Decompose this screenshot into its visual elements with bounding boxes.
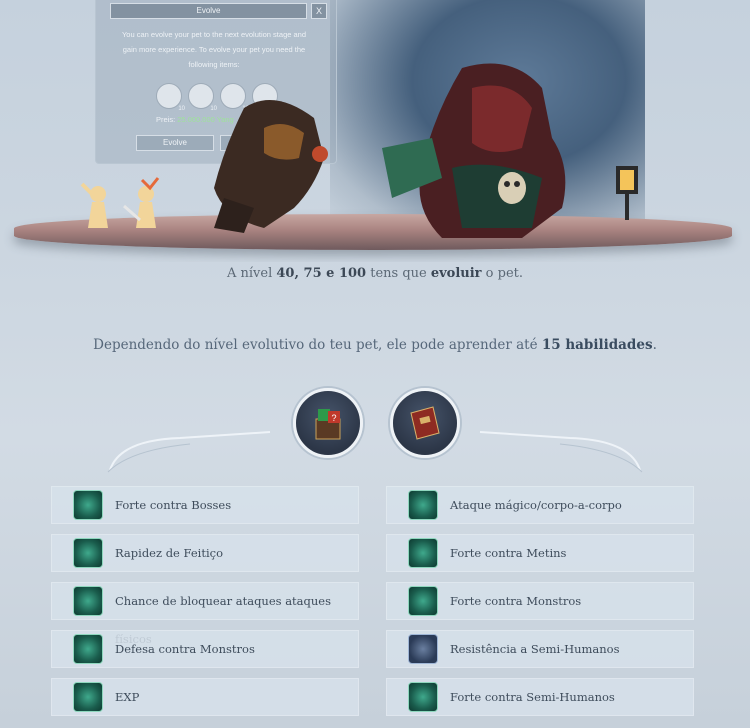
skill-label: Forte contra Semi-Humanos — [450, 690, 615, 704]
dark-pet-creature — [214, 100, 328, 233]
evolve-button[interactable]: Evolve — [136, 135, 214, 151]
monster-defense-icon — [73, 634, 103, 664]
skill-label: Defesa contra Monstros — [115, 642, 255, 656]
skill-label: Forte contra Bosses — [115, 498, 232, 512]
metin-stone-icon — [408, 538, 438, 568]
price-label: Preis: — [156, 115, 176, 124]
level-prefix: A nível — [227, 266, 277, 281]
swirl-right — [479, 431, 643, 473]
hero-stage: Evolve X You can evolve your pet to the … — [0, 0, 750, 262]
svg-text:?: ? — [331, 413, 336, 423]
mystery-box-icon: ? — [293, 388, 363, 458]
semi-human-resist-icon — [408, 634, 438, 664]
monster-icon — [408, 586, 438, 616]
abilities-text: Dependendo do nível evolutivo do teu pet… — [0, 337, 750, 353]
skill-row: Defesa contra Monstros — [51, 630, 359, 668]
magic-melee-icon — [408, 490, 438, 520]
skill-label: Resistência a Semi-Humanos — [450, 642, 620, 656]
lantern — [616, 166, 638, 220]
abilities-suffix: . — [652, 337, 657, 353]
skill-row: EXP — [51, 678, 359, 716]
close-icon[interactable]: X — [311, 3, 327, 19]
item-count: 10 — [178, 106, 185, 112]
block-shield-icon — [73, 586, 103, 616]
abilities-count: 15 habilidades — [541, 337, 653, 353]
swirl-left — [107, 431, 271, 473]
book-icon — [73, 538, 103, 568]
skill-label: Ataque mágico/corpo-a-corpo — [450, 498, 622, 512]
abilities-prefix: Dependendo do nível evolutivo do teu pet… — [93, 337, 542, 353]
skill-row: Ataque mágico/corpo-a-corpo — [386, 486, 694, 524]
semi-human-icon — [408, 682, 438, 712]
skill-label: Forte contra Monstros — [450, 594, 582, 608]
skill-row: Forte contra Bosses — [51, 486, 359, 524]
level-values: 40, 75 e 100 — [276, 266, 367, 281]
skill-row: Rapidez de Feitiço — [51, 534, 359, 572]
armored-pet-creature — [382, 63, 566, 238]
level-suffix: o pet. — [481, 266, 523, 281]
evolve-word: evoluir — [430, 266, 482, 281]
level-requirement-text: A nível 40, 75 e 100 tens que evoluir o … — [0, 266, 750, 281]
skill-row: Forte contra Monstros — [386, 582, 694, 620]
skill-label: Rapidez de Feitiço — [115, 546, 224, 560]
evolve-window-title: Evolve — [110, 3, 307, 19]
skill-row: Forte contra Metins — [386, 534, 694, 572]
skill-row: Resistência a Semi-Humanos — [386, 630, 694, 668]
skill-book-icon — [390, 388, 460, 458]
pet-exp-icon — [73, 682, 103, 712]
evolve-description: You can evolve your pet to the next evol… — [121, 30, 307, 69]
skill-label: Forte contra Metins — [450, 546, 567, 560]
skill-row: Chance de bloquear ataques ataques físic… — [51, 582, 359, 646]
item-slot[interactable]: 10 — [156, 83, 185, 112]
stick-figures — [80, 177, 160, 228]
sword-icon — [73, 490, 103, 520]
skill-label: EXP — [115, 690, 140, 704]
skill-row: Forte contra Semi-Humanos — [386, 678, 694, 716]
level-middle: tens que — [366, 266, 431, 281]
